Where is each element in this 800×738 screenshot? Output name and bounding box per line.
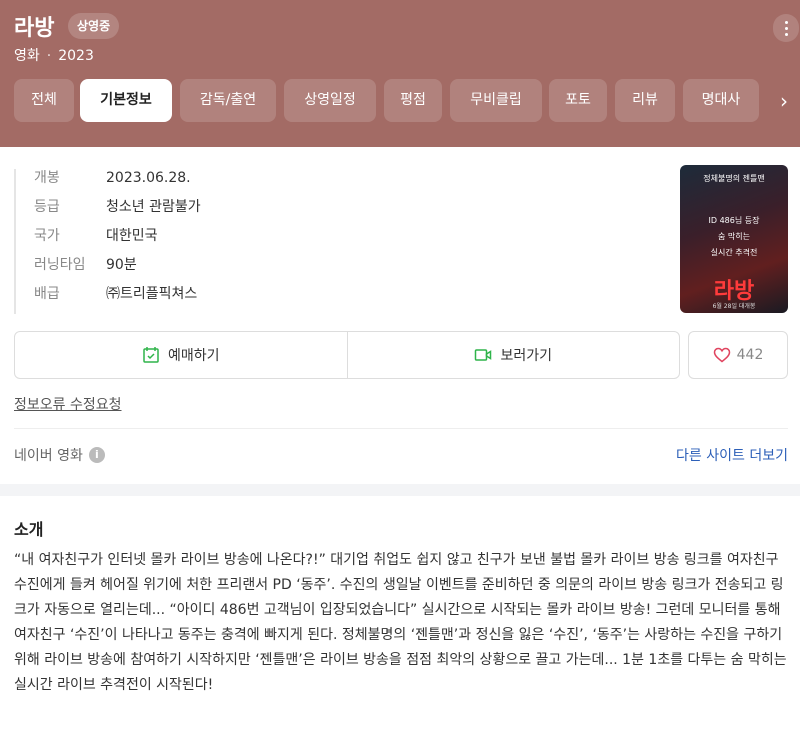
info-key: 등급 (34, 199, 60, 215)
info-row-distributor: 배급 ㈜트리플픽쳐스 (34, 285, 201, 314)
info-value: 90분 (106, 257, 137, 273)
tab-rating[interactable]: 평점 (384, 79, 442, 122)
movie-title: 라방 (14, 16, 55, 41)
movie-poster[interactable]: 정체불명의 젠틀맨 ID 486님 등장 숨 막히는 실시간 추격전 라방 6월… (680, 165, 788, 313)
book-button[interactable]: 예매하기 (15, 332, 347, 378)
chevron-right-icon[interactable]: › (773, 88, 795, 114)
more-options-icon[interactable] (773, 14, 799, 42)
poster-date: 6월 28일 대개봉 (712, 303, 756, 310)
info-value: ㈜트리플픽쳐스 (106, 286, 198, 302)
watch-label: 보러가기 (500, 348, 553, 364)
tab-movie-clip[interactable]: 무비클립 (450, 79, 542, 122)
year-label: 2023 (58, 48, 94, 64)
poster-copy: ID 486님 등장 숨 막히는 실시간 추격전 (680, 213, 788, 261)
tab-quotes[interactable]: 명대사 (683, 79, 759, 122)
status-badge: 상영중 (68, 13, 120, 39)
watch-button[interactable]: 보러가기 (346, 332, 680, 378)
info-key: 배급 (34, 286, 60, 302)
basic-info-card: 개봉 2023.06.28. 등급 청소년 관람불가 국가 대한민국 러닝타임 … (0, 147, 800, 484)
tab-basic-info[interactable]: 기본정보 (80, 79, 172, 122)
info-value: 2023.06.28. (106, 170, 191, 186)
video-camera-icon (475, 349, 492, 361)
info-key: 러닝타임 (34, 257, 86, 273)
intro-title: 소개 (14, 520, 44, 539)
info-key: 개봉 (34, 170, 60, 186)
calendar-check-icon (143, 347, 159, 363)
movie-subtitle: 영화 · 2023 (14, 45, 94, 65)
intro-card: 소개 “내 여자친구가 인터넷 몰카 라이브 방송에 나온다?!” 대기업 취업… (0, 496, 800, 738)
movie-header: 라방 상영중 영화 · 2023 전체 기본정보 감독/출연 상영일정 평점 무비클… (0, 0, 800, 147)
source-label: 네이버 영화 (14, 448, 83, 464)
like-button[interactable]: 442 (688, 331, 788, 379)
more-sites-link[interactable]: 다른 사이트 더보기 (676, 445, 788, 465)
info-value: 대한민국 (106, 228, 158, 244)
info-row-release: 개봉 2023.06.28. (34, 169, 201, 198)
source-section: 네이버 영화 i (14, 445, 105, 465)
heart-icon (713, 347, 730, 363)
info-row-country: 국가 대한민국 (34, 227, 201, 256)
poster-copy-line: 숨 막히는 (718, 232, 750, 241)
book-label: 예매하기 (167, 348, 220, 364)
info-icon[interactable]: i (88, 447, 105, 463)
report-error-link[interactable]: 정보오류 수정요청 (14, 394, 122, 414)
intro-text: “내 여자친구가 인터넷 몰카 라이브 방송에 나온다?!” 대기업 취업도 쉽… (14, 552, 787, 693)
tab-photo[interactable]: 포토 (549, 79, 607, 122)
genre-label: 영화 (14, 48, 40, 64)
poster-tagline: 정체불명의 젠틀맨 (703, 174, 765, 183)
like-count: 442 (736, 347, 764, 363)
tab-all[interactable]: 전체 (14, 79, 74, 122)
info-row-runtime: 러닝타임 90분 (34, 256, 201, 285)
poster-copy-line: ID 486님 등장 (708, 216, 760, 225)
divider (14, 428, 788, 429)
poster-copy-line: 실시간 추격전 (710, 248, 758, 257)
tab-cast[interactable]: 감독/출연 (180, 79, 276, 122)
info-value: 청소년 관람불가 (106, 199, 201, 215)
info-key: 국가 (34, 228, 60, 244)
info-list: 개봉 2023.06.28. 등급 청소년 관람불가 국가 대한민국 러닝타임 … (14, 169, 201, 314)
action-bar: 예매하기 보러가기 (14, 331, 680, 379)
tab-schedule[interactable]: 상영일정 (284, 79, 376, 122)
separator: · (46, 48, 52, 64)
tab-review[interactable]: 리뷰 (615, 79, 675, 122)
info-row-rating: 등급 청소년 관람불가 (34, 198, 201, 227)
